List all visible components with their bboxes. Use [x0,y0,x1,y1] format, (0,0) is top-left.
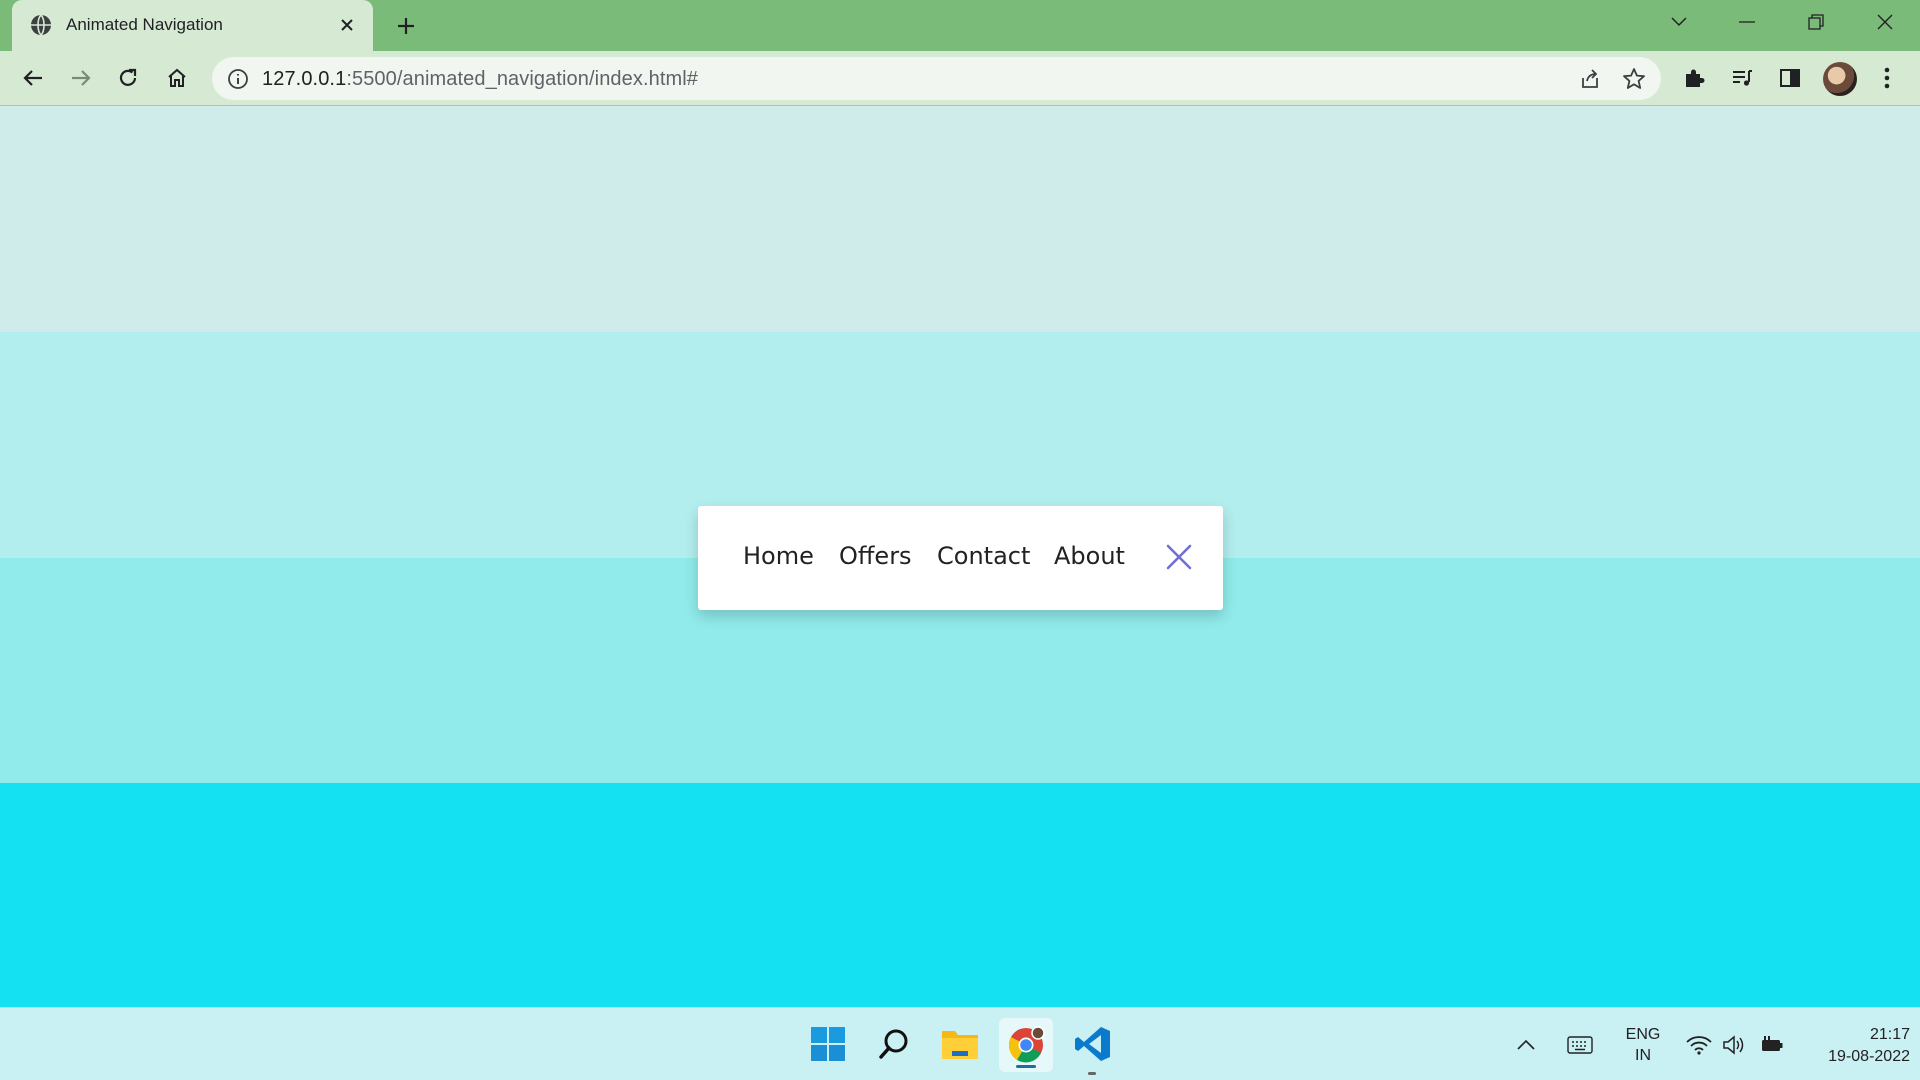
close-tab-icon[interactable] [335,13,359,37]
clock-time: 21:17 [1869,1026,1910,1043]
side-panel-icon[interactable] [1773,61,1807,95]
restore-icon[interactable] [1782,0,1850,44]
background-band-1 [0,106,1920,332]
reload-icon[interactable] [111,61,145,95]
clock-date: 19-08-2022 [1828,1048,1910,1065]
battery-icon[interactable] [1756,1030,1786,1060]
address-bar[interactable]: 127.0.0.1:5500/animated_navigation/index… [212,57,1661,100]
browser-tab[interactable]: Animated Navigation [12,0,373,51]
close-window-icon[interactable] [1851,0,1919,44]
language-code: ENG [1625,1026,1661,1043]
media-icon[interactable] [1725,61,1759,95]
nav-link-contact[interactable]: Contact [937,542,1030,570]
share-icon[interactable] [1577,66,1603,92]
nav-link-about[interactable]: About [1054,542,1125,570]
back-arrow-icon[interactable] [16,61,50,95]
browser-toolbar: 127.0.0.1:5500/animated_navigation/index… [0,51,1920,106]
home-icon[interactable] [160,61,194,95]
language-indicator[interactable]: ENG IN [1622,1024,1664,1066]
minimize-icon[interactable] [1713,0,1781,44]
nav-link-offers[interactable]: Offers [839,542,912,570]
chevron-up-icon[interactable] [1511,1030,1541,1060]
url-text[interactable]: 127.0.0.1:5500/animated_navigation/index… [262,68,698,91]
clock[interactable]: 21:17 19-08-2022 [1800,1024,1910,1068]
nav-close-icon[interactable] [1164,542,1194,572]
url-host: 127.0.0.1 [262,68,347,90]
avatar[interactable] [1823,62,1857,96]
chrome-icon[interactable] [999,1018,1053,1072]
animated-navigation: Home Offers Contact About [698,506,1223,610]
windows-taskbar: ENG IN 21:17 19-08-2022 [0,1007,1920,1080]
tab-title: Animated Navigation [66,15,223,34]
volume-icon[interactable] [1720,1030,1750,1060]
page-viewport: Home Offers Contact About [0,106,1920,1007]
globe-icon [31,14,51,36]
forward-arrow-icon[interactable] [64,61,98,95]
star-icon[interactable] [1621,66,1647,92]
tab-bar: Animated Navigation [0,0,1920,51]
chevron-down-icon[interactable] [1645,0,1713,44]
wifi-icon[interactable] [1684,1030,1714,1060]
plus-icon[interactable] [392,12,420,40]
info-icon[interactable] [226,67,250,91]
extensions-icon[interactable] [1677,61,1711,95]
background-band-4 [0,783,1920,1007]
menu-dots-icon[interactable] [1870,61,1904,95]
active-app-indicator [1016,1065,1036,1068]
open-app-indicator [1088,1072,1096,1075]
language-region: IN [1635,1047,1651,1064]
search-icon[interactable] [872,1022,916,1066]
url-path: :5500/animated_navigation/index.html# [346,68,699,90]
nav-link-home[interactable]: Home [743,542,814,570]
keyboard-icon[interactable] [1565,1030,1595,1060]
windows-start-icon[interactable] [806,1022,850,1066]
file-explorer-icon[interactable] [938,1022,982,1066]
vscode-icon[interactable] [1071,1022,1115,1066]
